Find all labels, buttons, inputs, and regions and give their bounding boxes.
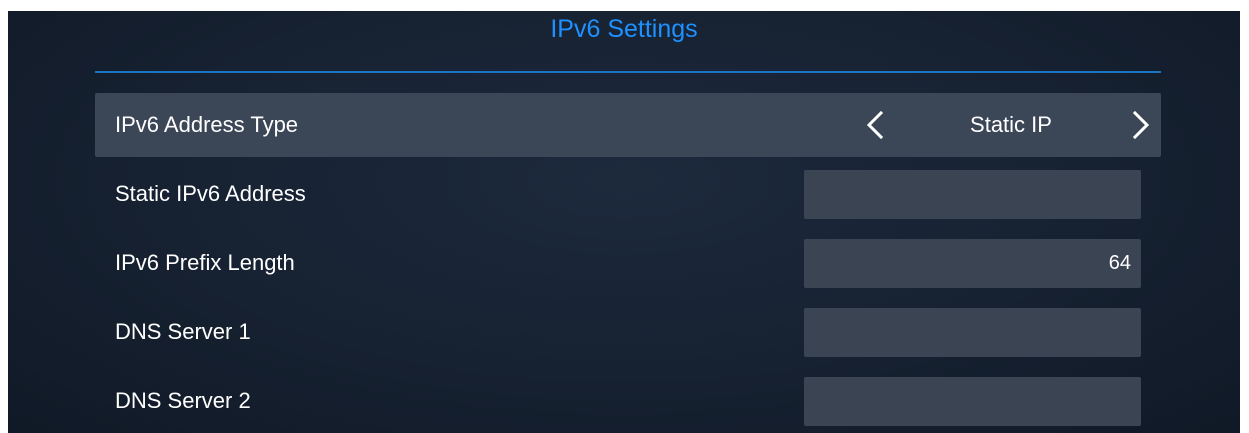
ipv6-prefix-length-field[interactable]: 64 — [804, 239, 1141, 288]
static-ipv6-address-field[interactable] — [804, 170, 1141, 219]
ipv6-settings-screen: IPv6 Settings IPv6 Address Type Static I… — [8, 11, 1240, 433]
chevron-right-icon[interactable] — [1125, 110, 1155, 140]
row-label: DNS Server 1 — [115, 319, 251, 344]
chevron-left-icon[interactable] — [861, 110, 891, 140]
static-ipv6-address-row: Static IPv6 Address — [95, 162, 1161, 226]
dns-server-1-row: DNS Server 1 — [95, 300, 1161, 364]
ipv6-address-type-row[interactable]: IPv6 Address Type Static IP — [95, 93, 1161, 157]
dns-server-2-row: DNS Server 2 — [95, 369, 1161, 433]
title-divider — [95, 71, 1161, 73]
row-label: IPv6 Prefix Length — [115, 250, 295, 275]
ipv6-prefix-length-row: IPv6 Prefix Length 64 — [95, 231, 1161, 295]
address-type-value: Static IP — [970, 112, 1052, 137]
row-label: DNS Server 2 — [115, 388, 251, 413]
dns-server-2-field[interactable] — [804, 377, 1141, 426]
dns-server-1-field[interactable] — [804, 308, 1141, 357]
address-type-selector[interactable]: Static IP — [861, 93, 1161, 157]
row-label: IPv6 Address Type — [115, 112, 299, 137]
row-label: Static IPv6 Address — [115, 181, 306, 206]
page-title: IPv6 Settings — [550, 15, 698, 43]
